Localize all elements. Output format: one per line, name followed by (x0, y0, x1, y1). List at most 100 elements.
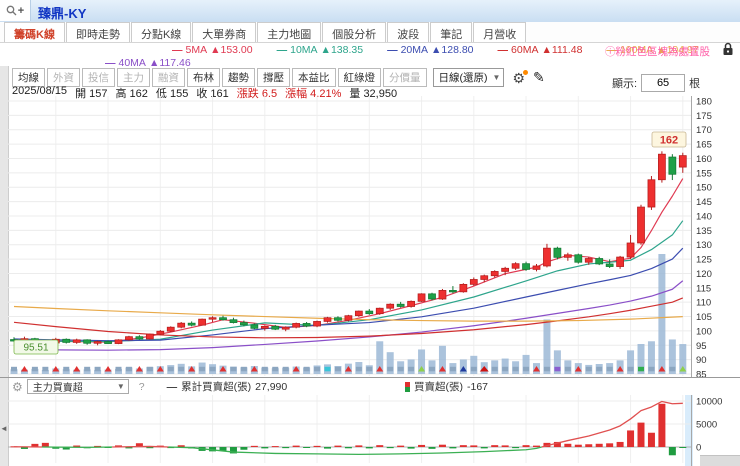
candle-body (407, 300, 415, 307)
candle-body (219, 317, 227, 321)
cumulative-value: 27,990 (255, 380, 288, 393)
ma-legend-5MA: —5MA ▲153.00 (172, 44, 253, 56)
candle-body (626, 242, 635, 258)
lock-icon[interactable] (722, 42, 734, 56)
y-axis-tick: 0 (696, 443, 701, 454)
candle-body (334, 317, 342, 321)
cumulative-legend: — 累計買賣超(張) 27,990 (167, 379, 288, 394)
net-bar (303, 447, 311, 448)
ma-name: 60MA (511, 44, 539, 56)
candle-body (459, 283, 468, 293)
event-marker (73, 366, 81, 372)
net-bar (585, 444, 593, 447)
volume-bar (501, 358, 509, 374)
candle-body (240, 322, 248, 326)
candle-body (511, 263, 520, 269)
event-marker (334, 366, 341, 372)
main-price-chart[interactable]: 85 90 95 100 105 110 115 120 125 130 135 140 145 150 1… (0, 96, 740, 378)
net-bar (418, 444, 426, 447)
ma-line-glyph: — (387, 44, 398, 56)
resize-grip[interactable] (700, 455, 740, 466)
candle-body (93, 341, 102, 344)
stock-search-box[interactable]: + (0, 0, 31, 21)
tab-2[interactable]: 分點K線 (130, 22, 192, 42)
candle-body (522, 263, 530, 270)
candle-body (647, 179, 656, 208)
sub-chart-header: ⚙ 主力買賣超 ▼ ? — 累計買賣超(張) 27,990 買賣超(張) -16… (0, 378, 740, 395)
sub-volume-chart[interactable]: 0 5000 10000 (0, 395, 740, 466)
y-axis-tick: 135 (696, 226, 712, 237)
candle-body (438, 290, 447, 300)
net-bar (397, 445, 405, 447)
net-bar (459, 445, 467, 447)
tab-1[interactable]: 即時走勢 (65, 22, 130, 42)
net-bar (407, 447, 415, 449)
sub-indicator-select[interactable]: 主力買賣超 ▼ (26, 379, 129, 394)
candle-body (563, 254, 572, 258)
candle-body (135, 336, 144, 340)
event-marker (209, 366, 216, 372)
event-marker (167, 366, 174, 372)
candle-body (145, 333, 154, 340)
tab-4[interactable]: 主力地圖 (257, 22, 322, 42)
event-marker (449, 366, 456, 372)
sub-indicator-value: 主力買賣超 (32, 383, 83, 394)
display-count-input[interactable] (641, 74, 686, 92)
y-axis-tick: 175 (696, 111, 712, 122)
candle-body (187, 322, 196, 326)
indicator-toolbar: 均線 外資 投信 主力 融資 布林 趨勢 撐壓 本益比 紅綠燈 分價量 日線(還原) ▼ ⚙ ✎ (12, 68, 545, 87)
event-marker (20, 366, 28, 372)
y-axis-tick: 155 (696, 168, 712, 179)
tab-7[interactable]: 筆記 (430, 22, 473, 42)
candle-body (668, 156, 677, 175)
tab-5[interactable]: 個股分析 (322, 22, 387, 42)
ma-value: ▲128.80 (431, 44, 474, 56)
event-marker (502, 366, 509, 372)
ma-line-20MA (13, 247, 684, 342)
event-marker (84, 366, 91, 372)
tab-3[interactable]: 大單券商 (192, 22, 257, 42)
candle-body (177, 322, 186, 328)
tab-0[interactable]: 籌碼K線 (4, 22, 65, 42)
ma-line-glyph: — (172, 44, 183, 56)
event-marker (104, 366, 112, 372)
candle-body (271, 325, 280, 330)
event-marker (638, 366, 644, 372)
pencil-icon[interactable]: ✎ (533, 69, 545, 86)
pink-zone-note: ⓘ粉紅色區塊為處置股 (605, 46, 710, 58)
display-count-widget: 顯示: 根 (612, 74, 700, 92)
help-icon[interactable]: ? (139, 381, 145, 393)
ma-value: ▲138.35 (320, 44, 364, 56)
event-marker (94, 366, 101, 372)
event-marker (146, 366, 153, 372)
event-marker (669, 366, 676, 372)
ma-value: ▲153.00 (210, 44, 253, 56)
net-bar (355, 445, 363, 447)
net-bar (146, 447, 154, 449)
period-select[interactable]: 日線(還原) ▼ (432, 68, 505, 87)
sub-settings-icon[interactable]: ⚙ (12, 380, 23, 394)
volume-bar (658, 254, 666, 374)
candle-body (375, 307, 384, 315)
candle-body (208, 317, 217, 320)
ma-name: 10MA (290, 44, 318, 56)
net-bar (480, 447, 488, 449)
candle-body (490, 271, 499, 277)
tab-8[interactable]: 月營收 (473, 22, 527, 42)
y-axis-tick: 150 (696, 183, 712, 194)
tab-6[interactable]: 波段 (387, 22, 430, 42)
event-marker (355, 366, 362, 372)
event-marker (240, 366, 247, 372)
y-axis-tick: 180 (696, 97, 712, 108)
event-marker (648, 366, 655, 372)
net-bar (324, 447, 331, 449)
net-bar (428, 447, 436, 449)
candle-body (302, 323, 311, 327)
event-marker (596, 366, 603, 372)
net-bar (261, 447, 269, 449)
ma-legend-20MA: —20MA ▲128.80 (387, 44, 473, 56)
display-unit: 根 (689, 78, 701, 90)
gear-icon[interactable]: ⚙ (512, 69, 528, 85)
candle-body (574, 254, 583, 263)
candle-body (292, 323, 301, 328)
